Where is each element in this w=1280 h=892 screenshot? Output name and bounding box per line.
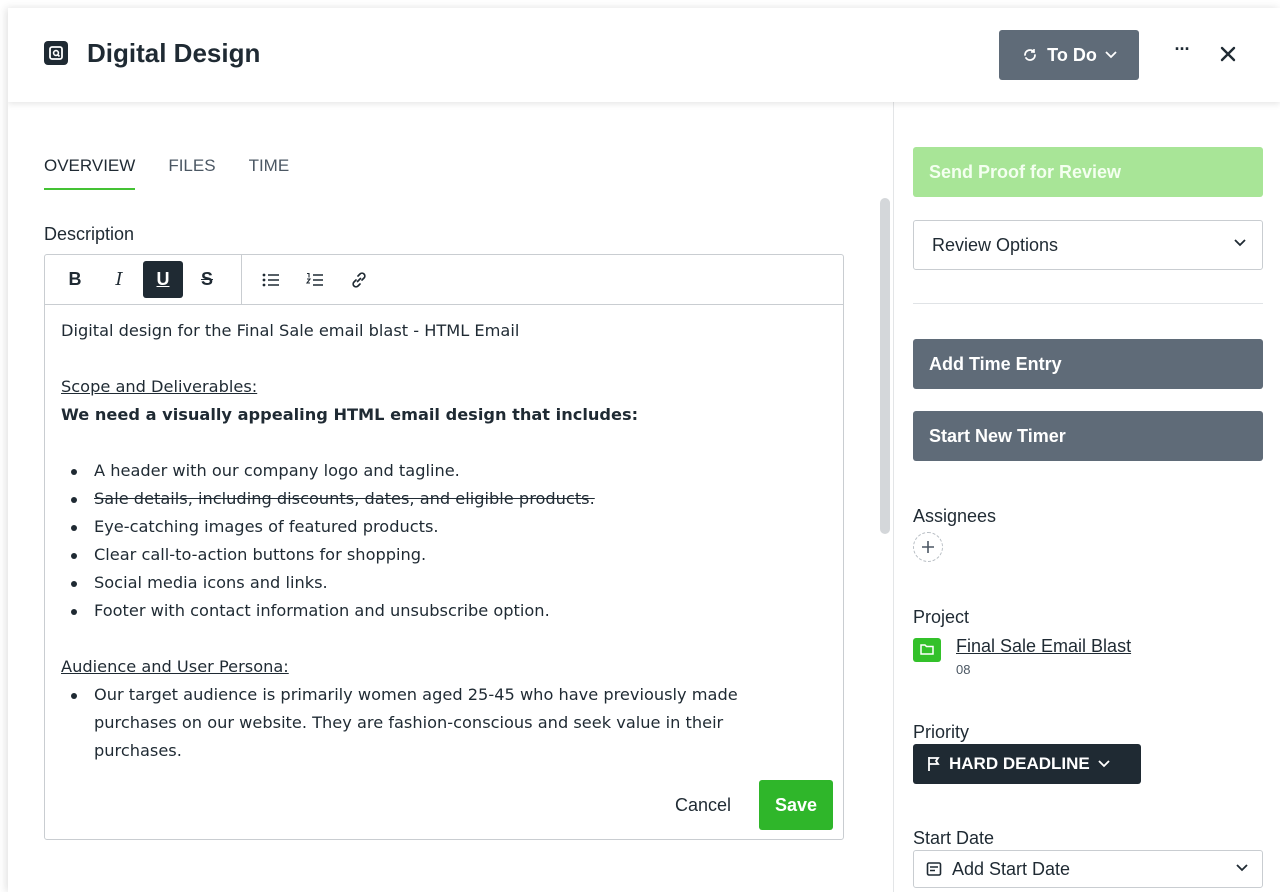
- link-button[interactable]: [339, 261, 379, 298]
- scope-heading: Scope and Deliverables:: [61, 377, 258, 396]
- description-content[interactable]: Digital design for the Final Sale email …: [61, 317, 831, 765]
- task-modal: Digital Design To Do ··· OVERVIEW FILES …: [8, 8, 1280, 892]
- start-timer-button[interactable]: Start New Timer: [913, 411, 1263, 461]
- priority-dropdown[interactable]: HARD DEADLINE: [913, 744, 1141, 784]
- status-dropdown-button[interactable]: To Do: [999, 30, 1139, 80]
- status-label: To Do: [1047, 44, 1097, 65]
- chevron-down-icon: [1105, 51, 1117, 59]
- send-proof-button[interactable]: Send Proof for Review: [913, 147, 1263, 197]
- project-code: 08: [956, 662, 971, 677]
- list-item: Our target audience is primarily women a…: [61, 681, 831, 765]
- plus-icon: [922, 541, 934, 553]
- list-item: Footer with contact information and unsu…: [61, 597, 831, 625]
- project-label: Project: [913, 607, 970, 627]
- chevron-down-icon: [1098, 760, 1110, 768]
- underline-button[interactable]: U: [143, 261, 183, 298]
- start-date-picker[interactable]: Add Start Date: [913, 850, 1263, 888]
- description-label: Description: [44, 224, 135, 244]
- flag-icon: [928, 757, 940, 771]
- toolbar-divider: [241, 255, 242, 304]
- audience-list: Our target audience is primarily women a…: [61, 681, 831, 765]
- description-intro: Digital design for the Final Sale email …: [61, 321, 520, 340]
- assignees-label: Assignees: [913, 506, 997, 526]
- more-icon: ···: [1174, 39, 1191, 59]
- save-button[interactable]: Save: [759, 780, 833, 830]
- editor-toolbar: B I U S: [45, 255, 843, 305]
- description-editor[interactable]: B I U S Digital design for the Final Sal…: [44, 254, 844, 840]
- calendar-icon: [926, 862, 942, 876]
- numbered-list-icon: [306, 272, 323, 286]
- list-item: Sale details, including discounts, dates…: [61, 485, 831, 513]
- task-type-icon: [44, 41, 68, 65]
- project-link[interactable]: Final Sale Email Blast: [956, 636, 1131, 657]
- numbered-list-button[interactable]: [295, 261, 335, 298]
- strikethrough-icon: S: [200, 269, 213, 289]
- page-title: Digital Design: [87, 38, 261, 68]
- scope-bold-text: We need a visually appealing HTML email …: [61, 405, 639, 424]
- bullet-list-icon: [262, 273, 279, 286]
- list-item: Eye-catching images of featured products…: [61, 513, 831, 541]
- folder-icon: [913, 638, 941, 662]
- link-icon: [352, 271, 366, 288]
- tab-files[interactable]: FILES: [168, 156, 215, 190]
- bold-button[interactable]: B: [55, 261, 95, 298]
- details-sidebar: Send Proof for Review Review Options Add…: [893, 102, 1280, 892]
- add-assignee-button[interactable]: [913, 532, 943, 562]
- close-icon: [1220, 46, 1236, 62]
- list-item: Social media icons and links.: [61, 569, 831, 597]
- chevron-down-icon: [1234, 239, 1246, 247]
- close-button[interactable]: [1214, 40, 1242, 68]
- list-item: A header with our company logo and tagli…: [61, 457, 831, 485]
- tab-time[interactable]: TIME: [249, 156, 290, 190]
- priority-label: Priority: [913, 722, 970, 742]
- audience-heading: Audience and User Persona:: [61, 657, 289, 676]
- review-options-label: Review Options: [932, 234, 1059, 255]
- tab-overview[interactable]: OVERVIEW: [44, 156, 136, 190]
- add-time-entry-button[interactable]: Add Time Entry: [913, 339, 1263, 389]
- more-options-button[interactable]: ···: [1168, 39, 1196, 66]
- start-date-label: Start Date: [913, 828, 995, 848]
- chevron-down-icon: [1236, 864, 1248, 872]
- cancel-button[interactable]: Cancel: [663, 781, 743, 829]
- review-options-dropdown[interactable]: Review Options: [913, 220, 1263, 270]
- underline-icon: U: [156, 269, 170, 289]
- bullet-list-button[interactable]: [251, 261, 291, 298]
- italic-button[interactable]: I: [99, 261, 139, 298]
- tab-bar: OVERVIEW FILES TIME: [44, 156, 289, 190]
- list-item: Clear call-to-action buttons for shoppin…: [61, 541, 831, 569]
- sidebar-divider: [913, 303, 1263, 304]
- italic-icon: I: [115, 269, 123, 290]
- scope-list: A header with our company logo and tagli…: [61, 457, 831, 625]
- priority-value: HARD DEADLINE: [949, 754, 1090, 773]
- main-scrollbar[interactable]: [880, 198, 890, 534]
- status-cycle-icon: [1024, 49, 1037, 61]
- strikethrough-button[interactable]: S: [187, 261, 227, 298]
- start-date-placeholder: Add Start Date: [952, 858, 1071, 879]
- bold-icon: B: [68, 269, 82, 289]
- modal-header: Digital Design To Do ···: [8, 8, 1280, 102]
